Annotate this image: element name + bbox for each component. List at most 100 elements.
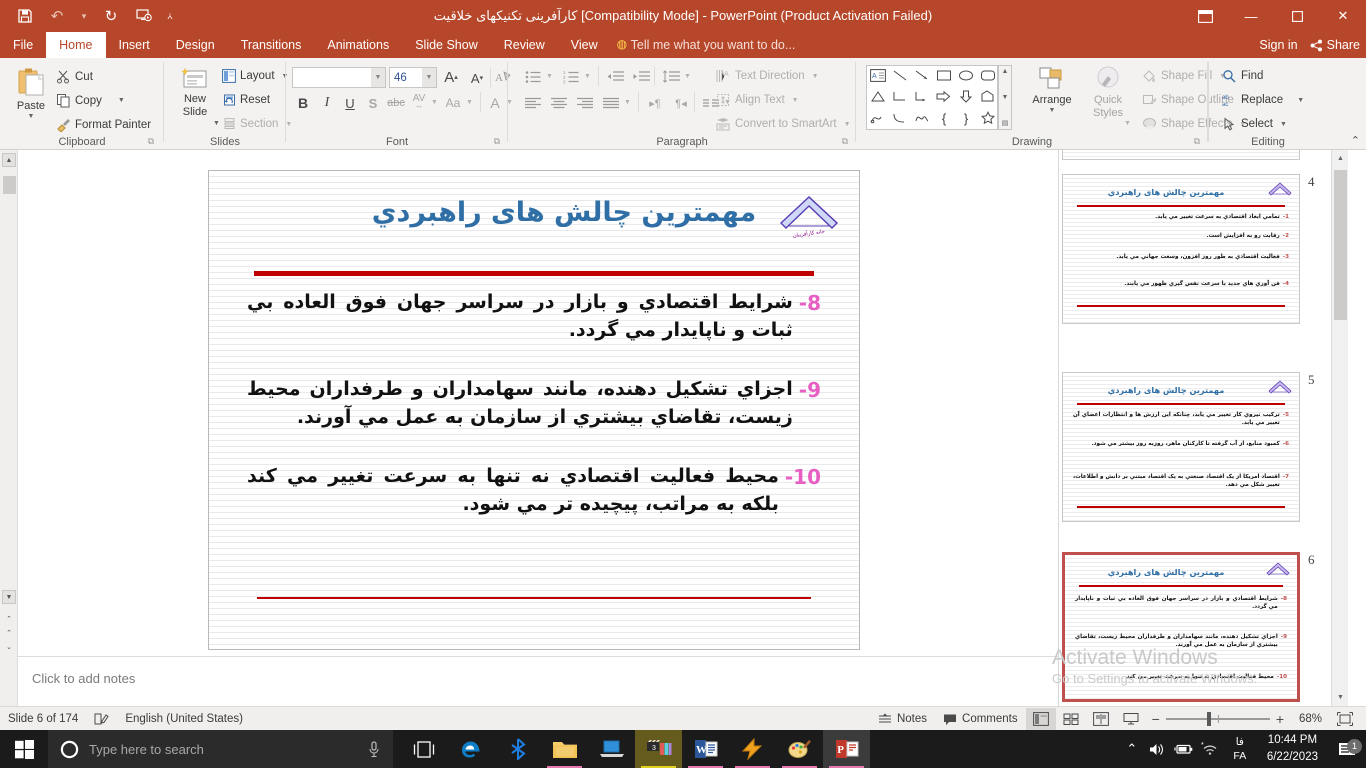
remote-desktop-button[interactable] [588, 730, 635, 768]
bluetooth-button[interactable] [494, 730, 541, 768]
convert-to-smartart-button[interactable]: Convert to SmartArt ▼ [716, 117, 851, 131]
thumbnail-slide-5[interactable]: مهمترین چالش های راهبردي 5- ترکیب نیروي … [1062, 372, 1300, 522]
copy-button[interactable]: Copy ▼ [56, 93, 125, 108]
slide-sorter-view-button[interactable] [1056, 708, 1086, 730]
zoom-track[interactable] [1165, 712, 1270, 726]
share-button[interactable]: Share [1310, 38, 1360, 52]
tab-design[interactable]: Design [163, 32, 228, 58]
layout-button[interactable]: Layout ▼ [222, 69, 288, 83]
arrange-button[interactable]: Arrange ▼ [1024, 66, 1080, 115]
sign-in-button[interactable]: Sign in [1259, 38, 1297, 52]
elbow-connector-icon[interactable] [892, 90, 908, 106]
fit-slide-to-window-button[interactable] [1330, 708, 1360, 730]
minimize-button[interactable]: — [1228, 0, 1274, 32]
paste-button[interactable]: Paste ▼ [8, 66, 54, 121]
slide-show-view-button[interactable] [1116, 708, 1146, 730]
clock[interactable]: 10:44 PM 6/22/2023 [1257, 732, 1328, 765]
paint-button[interactable] [776, 730, 823, 768]
close-button[interactable]: ✕ [1320, 0, 1366, 32]
normal-view-button[interactable] [1025, 708, 1056, 730]
justify-dropdown-icon[interactable]: ▼ [624, 99, 631, 106]
font-size-input[interactable]: 46 ▼ [389, 67, 437, 88]
select-button[interactable]: Select ▼ [1222, 117, 1287, 131]
pentagon-shape-icon[interactable] [980, 89, 996, 106]
decrease-font-size-button[interactable]: A ▾ [466, 67, 488, 89]
previous-slide-double-icon[interactable]: ⌃ [2, 626, 16, 640]
font-name-input[interactable]: ▼ [292, 67, 386, 88]
task-view-button[interactable] [400, 730, 447, 768]
align-left-button[interactable] [522, 92, 544, 114]
underline-button[interactable]: U [339, 92, 361, 114]
line-shape-icon[interactable] [892, 69, 908, 85]
thumbnail-partial[interactable] [1062, 150, 1300, 160]
select-dropdown-icon[interactable]: ▼ [1280, 121, 1287, 128]
thumbnails-scrollbar[interactable]: ▲ ▼ [1331, 150, 1348, 706]
tab-home[interactable]: Home [46, 32, 106, 58]
line-spacing-dropdown-icon[interactable]: ▼ [684, 73, 691, 80]
shapes-more-icon[interactable]: ▤ [1002, 119, 1009, 127]
align-center-button[interactable] [548, 92, 570, 114]
winamp-button[interactable] [729, 730, 776, 768]
increase-font-size-button[interactable]: A ▴ [440, 66, 462, 88]
font-dialog-launcher[interactable]: ⧉ [494, 136, 500, 147]
rounded-rectangle-shape-icon[interactable] [980, 69, 996, 85]
scroll-down-icon[interactable]: ▼ [2, 590, 16, 604]
slide-indicator[interactable]: Slide 6 of 174 [0, 707, 86, 731]
taskbar-search-box[interactable]: Type here to search [48, 730, 393, 768]
notes-pane[interactable]: Click to add notes [18, 656, 1058, 706]
media-app-button[interactable]: 3 [635, 730, 682, 768]
tab-view[interactable]: View [558, 32, 611, 58]
bullets-button[interactable] [522, 66, 544, 88]
strikethrough-button[interactable]: abc [385, 92, 407, 114]
oval-shape-icon[interactable] [958, 69, 974, 85]
quick-styles-dropdown-icon[interactable]: ▼ [1124, 120, 1131, 127]
tab-animations[interactable]: Animations [314, 32, 402, 58]
tab-transitions[interactable]: Transitions [228, 32, 315, 58]
shapes-gallery-scrollbar[interactable]: ▲ ▼ ▤ [998, 65, 1012, 130]
zoom-out-button[interactable]: − [1152, 711, 1160, 727]
bullets-dropdown-icon[interactable]: ▼ [546, 73, 553, 80]
slide-thumbnails-pane[interactable]: مهمترین چالش های راهبردي 1- تمامي ابعاد … [1058, 150, 1348, 706]
current-slide[interactable]: مهمترین چالش های راهبردي خانه کارآفرینان… [208, 170, 860, 650]
language-indicator[interactable]: English (United States) [117, 707, 251, 731]
numbering-button[interactable]: 123 [560, 66, 582, 88]
line-spacing-button[interactable] [660, 66, 682, 88]
next-slide-button[interactable]: ⌄ [2, 640, 16, 654]
right-arrow-shape-icon[interactable] [936, 90, 952, 106]
section-button[interactable]: Section ▼ [222, 117, 292, 131]
scroll-down-icon[interactable]: ▼ [1332, 689, 1348, 706]
zoom-knob[interactable] [1207, 712, 1212, 726]
shapes-gallery[interactable]: A { } [866, 65, 998, 130]
text-direction-button[interactable]: A Text Direction ▼ [716, 69, 819, 83]
thumbnail-slide-6[interactable]: مهمترین چالش های راهبردي 8- شرایط اقتصاد… [1062, 552, 1300, 702]
align-text-button[interactable]: Align Text ▼ [716, 93, 799, 107]
elbow-arrow-connector-icon[interactable] [914, 90, 930, 106]
rectangle-shape-icon[interactable] [936, 69, 952, 85]
text-shadow-button[interactable]: S [362, 92, 384, 114]
edge-button[interactable] [447, 730, 494, 768]
curve-shape-icon[interactable] [892, 111, 908, 127]
scroll-up-icon[interactable]: ▲ [1002, 68, 1009, 75]
start-button[interactable] [0, 730, 48, 768]
left-scrollbar[interactable]: ▲ ▼ ⌃ ⌃ ⌄ [0, 150, 18, 706]
replace-dropdown-icon[interactable]: ▼ [1297, 97, 1304, 104]
notes-placeholder[interactable]: Click to add notes [32, 671, 135, 686]
triangle-shape-icon[interactable] [870, 90, 886, 106]
scribble-shape-icon[interactable] [870, 111, 886, 127]
tab-review[interactable]: Review [491, 32, 558, 58]
font-size-dropdown-icon[interactable]: ▼ [422, 68, 436, 87]
left-brace-shape-icon[interactable]: { [942, 111, 946, 126]
font-name-dropdown-icon[interactable]: ▼ [371, 68, 385, 87]
paragraph-dialog-launcher[interactable]: ⧉ [842, 136, 848, 147]
word-button[interactable]: W [682, 730, 729, 768]
character-spacing-dropdown-icon[interactable]: ▼ [431, 99, 438, 106]
volume-icon[interactable] [1145, 742, 1171, 757]
text-direction-dropdown-icon[interactable]: ▼ [812, 73, 819, 80]
drawing-dialog-launcher[interactable]: ⧉ [1194, 136, 1200, 147]
font-color-button[interactable]: A [484, 92, 506, 114]
scroll-thumb[interactable] [1334, 170, 1347, 320]
copy-dropdown-icon[interactable]: ▼ [118, 97, 125, 104]
right-brace-shape-icon[interactable]: } [964, 111, 968, 126]
arrow-shape-icon[interactable] [914, 69, 930, 85]
tab-slide-show[interactable]: Slide Show [402, 32, 491, 58]
